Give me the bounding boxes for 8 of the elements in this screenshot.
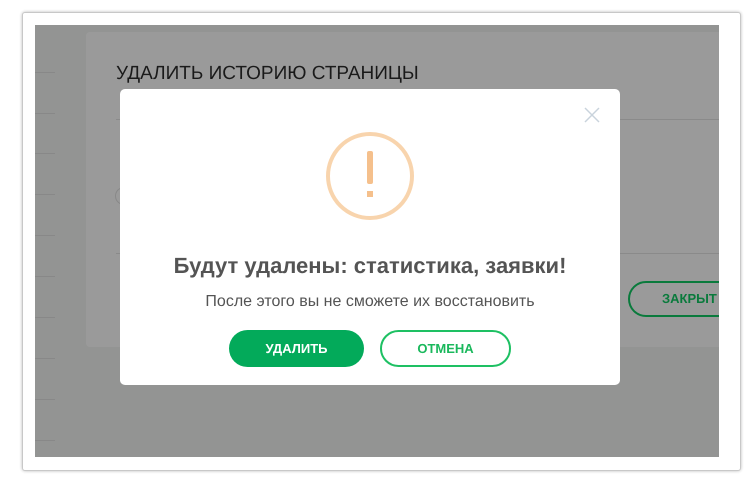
close-page-button[interactable]: ЗАКРЫТ xyxy=(628,281,719,317)
page-title: УДАЛИТЬ ИСТОРИЮ СТРАНИЦЫ xyxy=(116,62,419,86)
close-icon[interactable] xyxy=(584,107,600,123)
delete-button[interactable]: УДАЛИТЬ xyxy=(229,330,364,367)
dialog-message: После этого вы не сможете их восстановить xyxy=(205,292,535,312)
warning-icon xyxy=(325,131,415,221)
dialog-title: Будут удалены: статистика, заявки! xyxy=(174,252,566,280)
cancel-button[interactable]: ОТМЕНА xyxy=(380,330,511,367)
